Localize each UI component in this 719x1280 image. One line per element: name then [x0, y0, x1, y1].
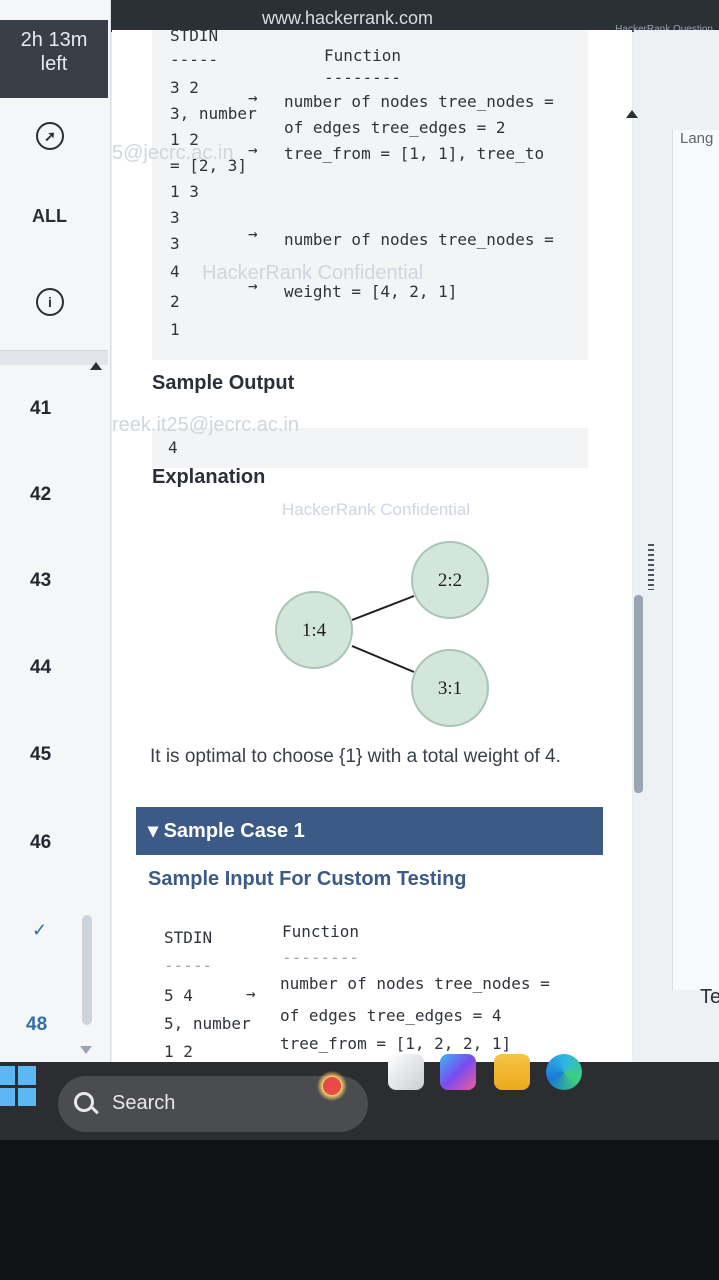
function-line: of edges tree_edges = 4 — [280, 1006, 502, 1025]
output-value: 4 — [168, 438, 178, 457]
monitor-bezel — [0, 1140, 719, 1280]
search-label: Search — [112, 1092, 176, 1114]
function-line: tree_from = [1, 2, 2, 1] — [280, 1034, 512, 1053]
windows-start-icon[interactable] — [0, 1066, 36, 1106]
stdin-line: 1 — [170, 320, 180, 339]
scroll-up-icon[interactable] — [626, 110, 638, 118]
function-line: number of nodes tree_nodes = — [280, 974, 550, 993]
scroll-down-icon[interactable] — [80, 1046, 92, 1054]
timer-value: 2h 13m — [20, 29, 88, 51]
description-scrollbar[interactable] — [634, 595, 643, 793]
question-rail: 2h 13m left ➚ ALL i 41 42 43 44 45 46 ✓ … — [0, 0, 111, 1075]
check-icon[interactable]: ✓ — [32, 920, 47, 941]
watermark: HackerRank Confidential — [202, 262, 424, 284]
widgets-icon[interactable] — [314, 1068, 350, 1104]
function-header: Function — [324, 46, 402, 65]
function-line: tree_from = [1, 1], tree_to — [284, 144, 545, 163]
stdin-header: STDIN — [170, 26, 219, 45]
function-rule: -------- — [282, 948, 360, 967]
stdin-line: 3, number — [170, 104, 257, 123]
resize-handle-icon[interactable] — [648, 544, 654, 590]
node-label: 2:2 — [438, 570, 462, 591]
url-text[interactable]: www.hackerrank.com — [262, 8, 433, 29]
stdin-line: 3 — [170, 234, 180, 253]
stdin-line: 1 3 — [170, 182, 199, 201]
time-left: 2h 13m left — [0, 20, 108, 98]
question-41[interactable]: 41 — [30, 398, 51, 420]
sample-input-box: STDIN Function ----- -------- 3 2 → numb… — [112, 26, 588, 360]
function-header: Function — [282, 922, 360, 941]
stdin-header: STDIN — [164, 928, 213, 947]
stdin-line: 1 2 — [164, 1042, 193, 1061]
tree-graph: 1:4 2:2 3:1 — [275, 541, 489, 727]
question-44[interactable]: 44 — [30, 657, 51, 679]
stdin-line: 3 2 — [170, 78, 199, 97]
stdin-line: 2 — [170, 292, 180, 311]
explanation-title: Explanation — [152, 466, 266, 488]
rail-all[interactable]: ALL — [32, 206, 67, 227]
node-label: 3:1 — [438, 678, 462, 699]
question-43[interactable]: 43 — [30, 570, 51, 592]
graph-edge — [351, 595, 415, 621]
watermark: reek.it25@jecrc.ac.in — [112, 414, 300, 436]
node-label: 1:4 — [302, 620, 327, 641]
arrow-icon: → — [248, 140, 258, 159]
test-results-tab[interactable]: Te — [700, 986, 719, 1009]
scroll-up-icon[interactable] — [90, 362, 102, 370]
browser-screen: www.hackerrank.com HackerRank Question 2… — [0, 0, 719, 1075]
task-view-icon[interactable] — [388, 1054, 424, 1090]
question-42[interactable]: 42 — [30, 484, 51, 506]
info-icon[interactable]: i — [36, 288, 64, 316]
stdin-rule: ----- — [170, 50, 219, 69]
watermark: HackerRank Confidential — [282, 500, 471, 519]
graph-edge — [351, 645, 415, 673]
rail-scrollbar[interactable] — [82, 915, 92, 1025]
function-line: number of nodes tree_nodes = — [284, 92, 554, 111]
explanation-text: It is optimal to choose {1} with a total… — [150, 746, 561, 767]
stdin-line: 4 — [170, 262, 180, 281]
editor-panel: Lang Te — [626, 30, 719, 1075]
arrow-icon: → — [246, 984, 256, 1003]
stdin-line: 5, number — [164, 1014, 251, 1033]
sample-output-title: Sample Output — [152, 372, 295, 394]
stdin-line: 5 4 — [164, 986, 193, 1005]
line-number-gutter — [672, 130, 719, 990]
question-48[interactable]: 48 — [26, 1014, 47, 1036]
question-46[interactable]: 46 — [30, 832, 51, 854]
copilot-icon[interactable] — [440, 1054, 476, 1090]
function-rule: -------- — [324, 68, 402, 87]
sample-output-box: 4 reek.it25@jecrc.ac.in — [112, 414, 588, 468]
arrow-icon: → — [248, 224, 258, 243]
stdin-rule: ----- — [164, 956, 213, 975]
search-icon — [74, 1092, 94, 1112]
file-explorer-icon[interactable] — [494, 1054, 530, 1090]
edge-browser-icon[interactable] — [546, 1054, 582, 1090]
problem-panel: STDIN Function ----- -------- 3 2 → numb… — [112, 26, 632, 1075]
sample-case-1-toggle[interactable]: ▾ Sample Case 1 — [136, 807, 603, 855]
compass-icon[interactable]: ➚ — [36, 122, 64, 150]
question-45[interactable]: 45 — [30, 744, 51, 766]
watermark: 5@jecrc.ac.in — [112, 142, 234, 164]
function-line: number of nodes tree_nodes = — [284, 230, 554, 249]
language-selector[interactable]: Lang — [680, 130, 713, 147]
stdin-line: 3 — [170, 208, 180, 227]
custom-testing-title: Sample Input For Custom Testing — [148, 868, 467, 890]
timer-label: left — [40, 53, 68, 75]
function-line: of edges tree_edges = 2 — [284, 118, 506, 137]
